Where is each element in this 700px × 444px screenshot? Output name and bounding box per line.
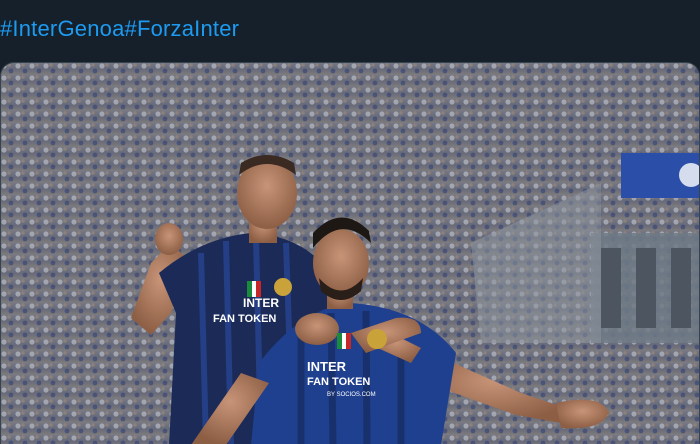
right-shirt-small: BY SOCIOS.COM bbox=[327, 392, 376, 398]
tweet-photo[interactable]: INTER FAN TOKEN INTER FAN TOKEN BY SOCIO… bbox=[0, 62, 700, 444]
left-shirt-sponsor: INTER bbox=[243, 296, 279, 310]
hashtag-link-intergenoa[interactable]: #InterGenoa bbox=[0, 16, 125, 41]
photo-celebration: INTER FAN TOKEN INTER FAN TOKEN BY SOCIO… bbox=[1, 63, 699, 444]
right-shirt-sponsor: INTER bbox=[307, 359, 347, 374]
hashtag-link-forzainter[interactable]: #ForzaInter bbox=[125, 16, 240, 41]
right-shirt-sub: FAN TOKEN bbox=[307, 376, 370, 388]
left-shirt-sub: FAN TOKEN bbox=[213, 313, 276, 325]
tweet-text: #InterGenoa#ForzaInter bbox=[0, 14, 239, 44]
